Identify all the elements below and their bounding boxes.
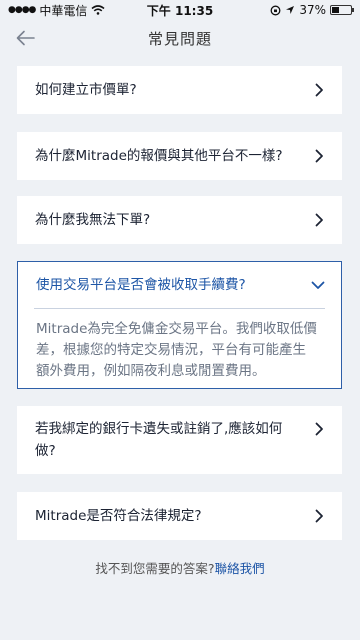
faq-question: 如何建立市價單? xyxy=(35,82,137,98)
status-left: ●●●● 中華電信 xyxy=(8,2,105,19)
chevron-right-icon xyxy=(315,83,323,97)
faq-answer: Mitrade為完全免傭金交易平台。我們收取低價 差，根據您的特定交易情況，平台… xyxy=(18,309,341,382)
faq-item-cannot-order[interactable]: 為什麼我無法下單? xyxy=(17,196,342,244)
faq-expanded-header[interactable]: 使用交易平台是否會被收取手續費? xyxy=(18,262,341,308)
orientation-lock-icon xyxy=(270,5,281,15)
battery-icon xyxy=(330,5,354,15)
faq-item-quote-difference[interactable]: 為什麼Mitrade的報價與其他平台不一樣? xyxy=(17,132,342,180)
arrow-left-icon xyxy=(16,30,35,46)
footer-help: 找不到您需要的答案?聯絡我們 xyxy=(0,558,360,577)
faq-question-line: 若我綁定的銀行卡遺失或註銷了,應該如何 xyxy=(35,421,283,437)
chevron-right-icon xyxy=(315,149,323,163)
chevron-right-icon xyxy=(315,509,323,523)
faq-question: 為什麼我無法下單? xyxy=(35,212,151,228)
chevron-right-icon xyxy=(315,213,323,227)
faq-question: 為什麼Mitrade的報價與其他平台不一樣? xyxy=(35,148,283,164)
footer-text: 找不到您需要的答案? xyxy=(95,561,215,576)
wifi-icon xyxy=(91,5,105,15)
faq-question: 若我綁定的銀行卡遺失或註銷了,應該如何 做? xyxy=(35,418,282,462)
contact-us-link[interactable]: 聯絡我們 xyxy=(215,561,265,576)
location-icon xyxy=(286,6,295,14)
faq-question: Mitrade是否符合法律規定? xyxy=(35,508,202,524)
faq-answer-line: Mitrade為完全免傭金交易平台。我們收取低價 xyxy=(36,321,317,337)
faq-item-lost-bank-card[interactable]: 若我綁定的銀行卡遺失或註銷了,應該如何 做? xyxy=(17,406,342,474)
faq-question: 使用交易平台是否會被收取手續費? xyxy=(36,277,246,293)
page-title: 常見問題 xyxy=(147,29,212,48)
header: 常見問題 xyxy=(0,20,360,56)
status-bar: ●●●● 中華電信 下午 11:35 37% xyxy=(0,0,360,20)
chevron-down-icon xyxy=(311,281,325,289)
faq-answer-line: 差，根據您的特定交易情況，平台有可能產生 xyxy=(36,342,306,358)
carrier-label: 中華電信 xyxy=(39,3,88,18)
back-button[interactable] xyxy=(14,26,38,50)
battery-fill xyxy=(332,7,339,13)
faq-question-line: 做? xyxy=(35,443,56,459)
faq-item-create-market-order[interactable]: 如何建立市價單? xyxy=(17,66,342,114)
status-right: 37% xyxy=(270,3,354,17)
chevron-right-icon xyxy=(315,422,323,436)
signal-icon: ●●●● xyxy=(8,5,36,15)
faq-item-legal-compliance[interactable]: Mitrade是否符合法律規定? xyxy=(17,492,342,540)
faq-answer-line: 額外費用，例如隔夜利息或閒置費用。 xyxy=(36,363,266,379)
battery-percent: 37% xyxy=(299,3,326,17)
faq-item-fees-expanded: 使用交易平台是否會被收取手續費? Mitrade為完全免傭金交易平台。我們收取低… xyxy=(17,261,342,389)
